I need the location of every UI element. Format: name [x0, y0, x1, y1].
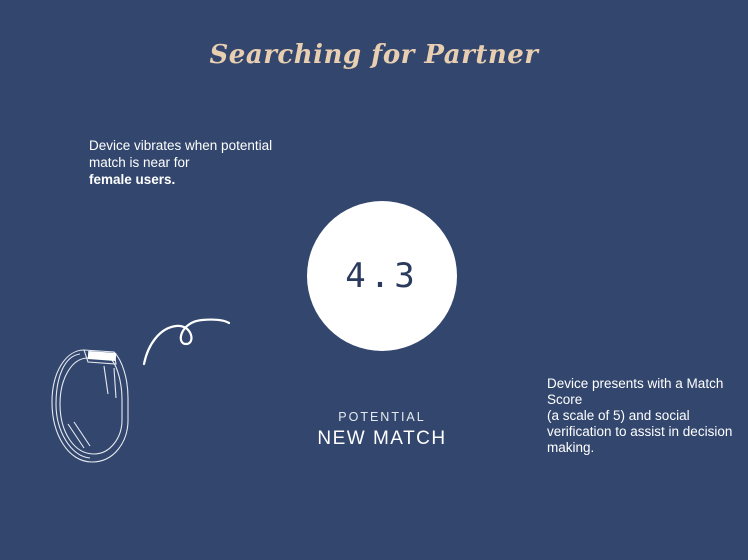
vibration-note: Device vibrates when potential match is …: [89, 137, 299, 188]
match-score-note-line2: (a scale of 5) and social verification t…: [547, 408, 733, 455]
new-match-label: NEW MATCH: [317, 428, 447, 449]
vibration-note-emphasis: female users.: [89, 172, 176, 187]
potential-label: POTENTIAL: [338, 410, 426, 424]
fitness-band-icon: [51, 349, 129, 463]
page-title: Searching for Partner: [209, 40, 539, 70]
vibration-squiggle-icon: [142, 318, 231, 366]
match-score-circle: 4.3: [307, 201, 457, 351]
vibration-note-text: Device vibrates when potential match is …: [89, 138, 273, 170]
match-score-value: 4.3: [345, 256, 419, 296]
match-score-note: Device presents with a Match Score (a sc…: [547, 376, 737, 456]
match-score-note-line1: Device presents with a Match Score: [547, 376, 724, 407]
